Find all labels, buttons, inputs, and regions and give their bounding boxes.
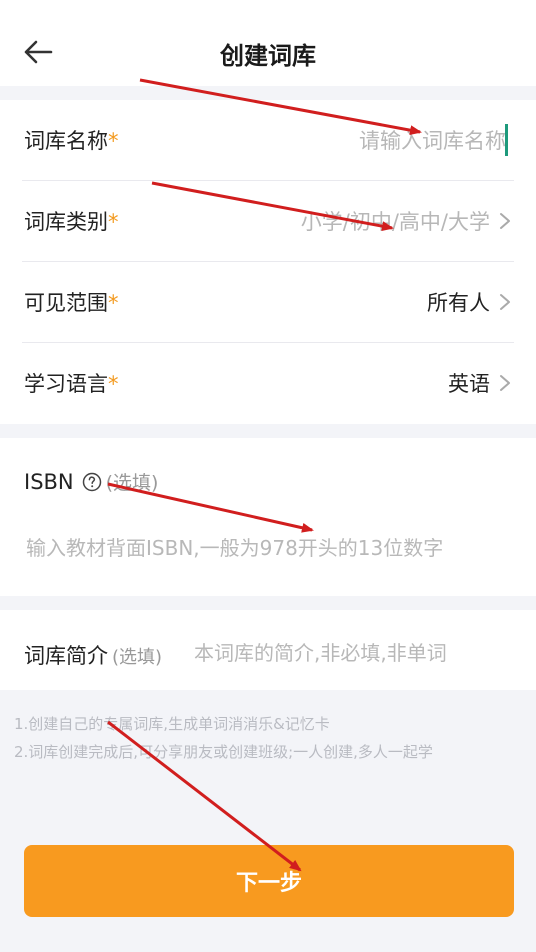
- page-title: 创建词库: [220, 42, 316, 70]
- name-row[interactable]: 词库名称* 请输入词库名称: [0, 100, 536, 180]
- category-label: 词库类别*: [24, 210, 119, 234]
- category-value: 小学/初中/高中/大学: [300, 210, 490, 234]
- next-button[interactable]: 下一步: [24, 845, 514, 917]
- name-label: 词库名称*: [24, 129, 119, 153]
- intro-input[interactable]: [194, 638, 514, 668]
- text-caret: [505, 124, 508, 156]
- question-circle-icon[interactable]: [82, 472, 102, 492]
- required-fields-card: 词库名称* 请输入词库名称 词库类别* 小学/初中/高中/大学 可见范围* 所有…: [0, 100, 536, 424]
- language-label: 学习语言*: [24, 372, 119, 396]
- header: 创建词库: [0, 0, 536, 86]
- visibility-value: 所有人: [427, 291, 490, 315]
- isbn-optional-hint: (选填): [105, 472, 159, 494]
- language-row[interactable]: 学习语言* 英语: [0, 343, 536, 423]
- category-row[interactable]: 词库类别* 小学/初中/高中/大学: [0, 181, 536, 261]
- isbn-card: [0, 438, 536, 596]
- chevron-right-icon: [500, 375, 510, 391]
- intro-label: 词库简介 (选填): [24, 644, 163, 668]
- visibility-label: 可见范围*: [24, 291, 119, 315]
- language-value: 英语: [448, 372, 490, 396]
- isbn-label: ISBN (选填): [24, 469, 159, 495]
- isbn-input[interactable]: [26, 533, 514, 563]
- tip-line: 2.词库创建完成后,可分享朋友或创建班级;一人创建,多人一起学: [14, 743, 433, 761]
- name-input[interactable]: 请输入词库名称: [359, 125, 506, 155]
- visibility-row[interactable]: 可见范围* 所有人: [0, 262, 536, 342]
- chevron-right-icon: [500, 213, 510, 229]
- tips: 1.创建自己的专属词库,生成单词消消乐&记忆卡 2.词库创建完成后,可分享朋友或…: [14, 710, 433, 766]
- chevron-right-icon: [500, 294, 510, 310]
- tip-line: 1.创建自己的专属词库,生成单词消消乐&记忆卡: [14, 715, 330, 733]
